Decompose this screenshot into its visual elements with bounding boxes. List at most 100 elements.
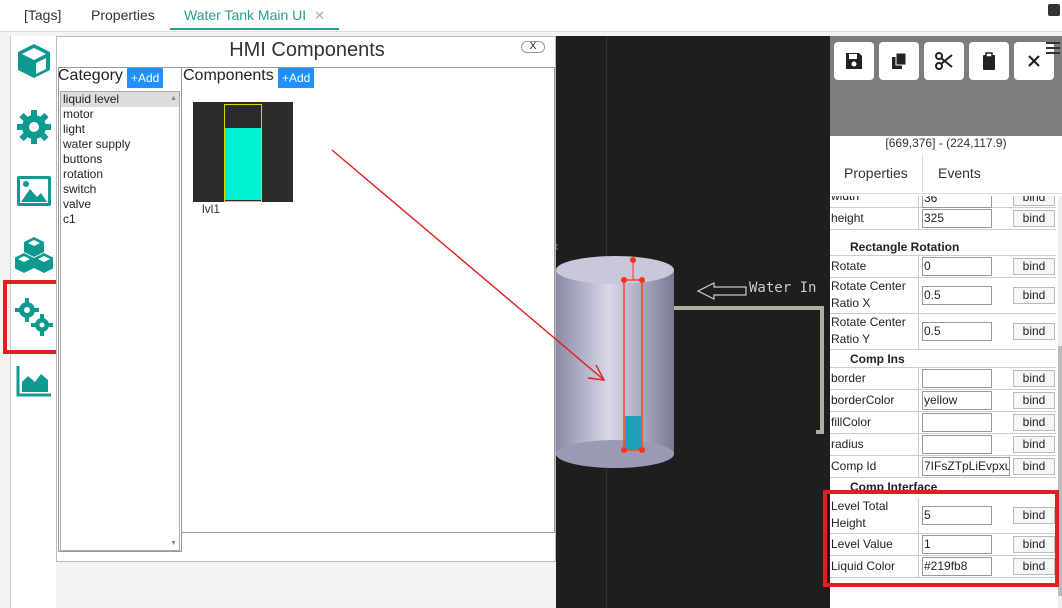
component-label: lvl1 [202,202,221,216]
scroll-up-icon[interactable]: ▲ [170,95,177,102]
category-item[interactable]: light [61,122,179,137]
tab-water-tank-label: Water Tank Main UI [184,7,307,23]
prop-input-width[interactable]: 36 [922,196,992,208]
prop-label: Comp Id [830,456,919,477]
water-tank[interactable] [556,270,674,454]
component-thumbnail-lvl1[interactable] [193,102,293,202]
prop-label: width [830,196,919,207]
tab-bar: [Tags] Properties Water Tank Main UI ✕ [0,0,1062,32]
hmi-title: HMI Components [229,39,385,61]
category-item[interactable]: valve [61,197,179,212]
category-item[interactable]: c1 [61,212,179,227]
category-item[interactable]: liquid level [61,92,179,107]
prop-row-comp-id: Comp Id 7IFsZTpLiEvpxu bind [830,456,1056,478]
tab-properties-label: Properties [91,7,155,23]
image-icon[interactable] [15,172,53,210]
liquid-fill [625,416,641,450]
add-component-button[interactable]: +Add [278,68,315,88]
tab-close-icon[interactable]: ✕ [314,8,325,23]
cut-button[interactable] [924,42,964,80]
prop-label: Rotate Center Ratio Y [830,314,919,349]
prop-input-border-color[interactable]: yellow [922,391,992,410]
tab-properties[interactable]: Properties [91,0,155,30]
bind-button[interactable]: bind [1013,323,1055,340]
prop-row-fill-color: fillColor bind [830,412,1056,434]
tab-events[interactable]: Events [924,154,995,192]
category-item[interactable]: water supply [61,137,179,152]
scroll-down-icon[interactable]: ▼ [170,540,177,547]
scissors-icon [935,52,953,70]
property-tabs: Properties Events [830,154,1062,194]
prop-row-border-color: borderColor yellow bind [830,390,1056,412]
bind-button[interactable]: bind [1013,258,1055,275]
app-root: { "tabs": [ {"label": "[Tags]"}, {"label… [0,0,1062,608]
svg-text:x: x [556,242,559,254]
prop-label: height [830,208,919,229]
toolbar [830,36,1062,136]
prop-input-rotate-center-x[interactable]: 0.5 [922,286,992,305]
category-heading: Category [58,67,123,84]
prop-input-radius[interactable] [922,435,992,454]
prop-label: Rotate Center Ratio X [830,278,919,313]
lock-icon[interactable] [1048,4,1060,16]
gear-icon[interactable] [15,108,53,146]
tab-tags[interactable]: [Tags] [24,0,61,30]
category-item[interactable]: motor [61,107,179,122]
prop-row-rotate: Rotate 0 bind [830,256,1056,278]
prop-input-fill-color[interactable] [922,413,992,432]
cubes-icon[interactable] [14,236,54,274]
section-comp-ins: Comp Ins [830,350,1056,368]
bottom-strip [56,562,556,608]
prop-input-border[interactable] [922,369,992,388]
bind-button[interactable]: bind [1013,370,1055,387]
hmi-close-button[interactable]: X [521,41,545,53]
bind-button[interactable]: bind [1013,458,1055,475]
design-canvas[interactable]: x Water In [556,36,830,608]
inlet-arrow-icon [696,282,747,300]
menu-icon[interactable] [1046,42,1060,54]
clipboard-icon [983,52,995,70]
tab-properties-panel[interactable]: Properties [830,154,923,192]
bind-button[interactable]: bind [1013,436,1055,453]
category-item[interactable]: buttons [61,152,179,167]
prop-row-width: width 36 bind [830,196,1056,208]
prop-input-rotate[interactable]: 0 [922,257,992,276]
copy-button[interactable] [879,42,919,80]
bind-button[interactable]: bind [1013,210,1055,227]
category-list[interactable]: liquid level motor light water supply bu… [60,91,180,551]
prop-row-rotate-center-y: Rotate Center Ratio Y 0.5 bind [830,314,1056,350]
category-item[interactable]: rotation [61,167,179,182]
copy-icon [892,52,907,69]
save-button[interactable] [834,42,874,80]
canvas-drawing: x Water In [556,242,824,468]
components-heading: Components [183,67,274,84]
bind-button[interactable]: bind [1013,414,1055,431]
prop-input-rotate-center-y[interactable]: 0.5 [922,322,992,341]
prop-row-radius: radius bind [830,434,1056,456]
prop-label: Rotate [830,256,919,277]
category-item[interactable]: switch [61,182,179,197]
prop-label: border [830,368,919,389]
section-rectangle-rotation: Rectangle Rotation [830,238,1056,256]
area-chart-icon[interactable] [15,362,53,400]
bind-button[interactable]: bind [1013,196,1055,206]
highlight-box-comp-interface [823,490,1059,587]
prop-label: radius [830,434,919,455]
prop-label: fillColor [830,412,919,433]
cube-icon[interactable] [15,42,53,80]
paste-button[interactable] [969,42,1009,80]
prop-input-comp-id[interactable]: 7IFsZTpLiEvpxu [922,457,1010,476]
tab-water-tank-main-ui[interactable]: Water Tank Main UI ✕ [170,0,340,30]
add-category-button[interactable]: +Add [127,68,164,88]
close-icon [1028,55,1040,67]
selection-coordinates: [669,376] - (224,117.9) [885,136,1007,150]
water-in-label: Water In [749,280,816,296]
hmi-components-panel: HMI Components X Category +Add liquid le… [56,36,556,562]
bind-button[interactable]: bind [1013,392,1055,409]
prop-row-height: height 325 bind [830,208,1056,230]
prop-row-rotate-center-x: Rotate Center Ratio X 0.5 bind [830,278,1056,314]
thumb-level-frame [224,104,262,202]
prop-row-border: border bind [830,368,1056,390]
bind-button[interactable]: bind [1013,287,1055,304]
prop-input-height[interactable]: 325 [922,209,992,228]
